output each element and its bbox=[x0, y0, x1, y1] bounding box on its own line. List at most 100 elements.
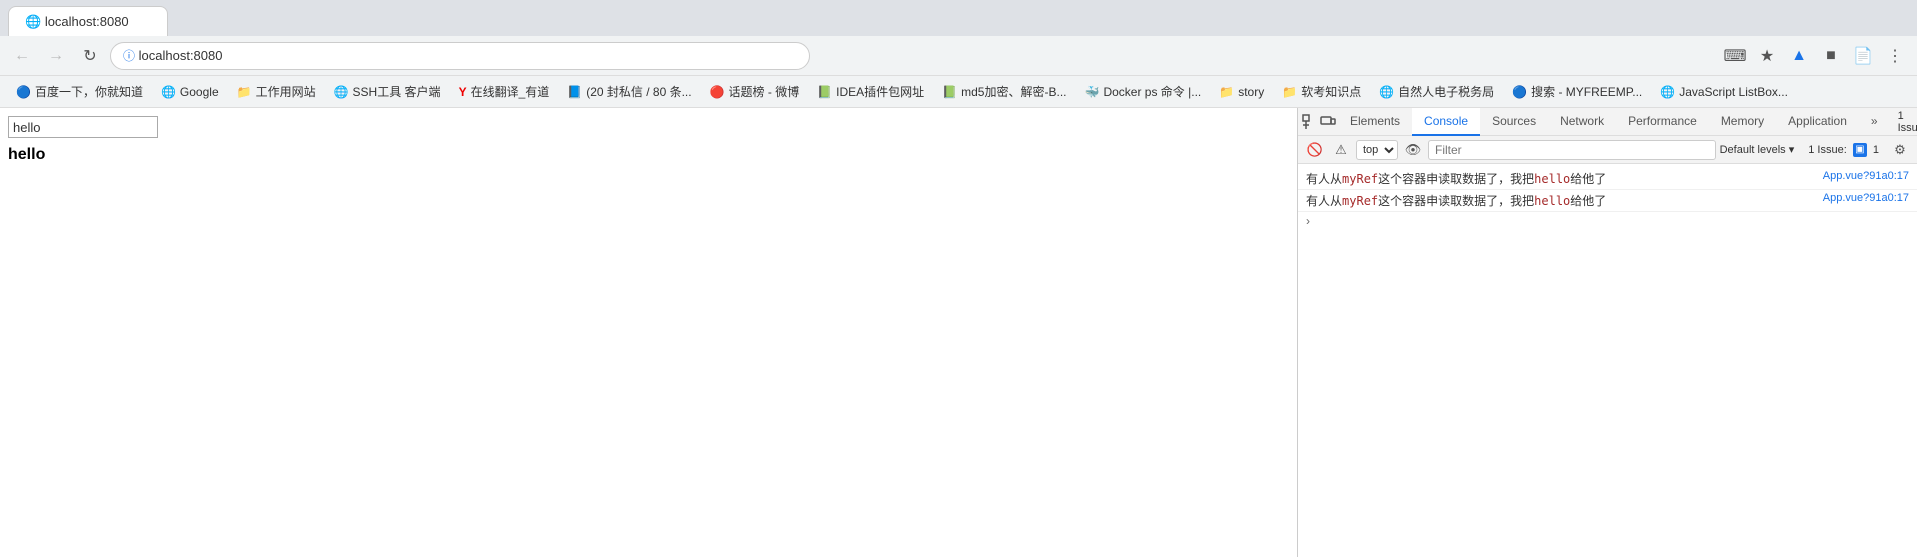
bookmark-icon: 🌐 bbox=[1660, 85, 1675, 99]
msg2-before: 有人从 bbox=[1306, 194, 1342, 208]
bookmark-jslistbox[interactable]: 🌐 JavaScript ListBox... bbox=[1652, 80, 1796, 104]
bookmark-work[interactable]: 📁 工作用网站 bbox=[229, 80, 324, 104]
bookmark-label: SSH工具 客户端 bbox=[353, 83, 441, 100]
msg1-code2: hello bbox=[1534, 172, 1570, 186]
bookmark-label: JavaScript ListBox... bbox=[1679, 85, 1788, 99]
tab-application[interactable]: Application bbox=[1776, 108, 1859, 136]
bookmark-story[interactable]: 📁 story bbox=[1211, 80, 1272, 104]
console-source-1[interactable]: App.vue?91a0:17 bbox=[1823, 170, 1909, 182]
default-levels-dropdown[interactable]: Default levels ▾ bbox=[1720, 143, 1799, 156]
msg1-before: 有人从 bbox=[1306, 172, 1342, 186]
extension1-button[interactable]: ■ bbox=[1817, 42, 1845, 70]
tab-network[interactable]: Network bbox=[1548, 108, 1616, 136]
nav-bar: ← → ↻ ⓘ localhost:8080 ⌨ ★ ▲ ■ 📄 ⋮ bbox=[0, 36, 1917, 76]
profile-button[interactable]: ▲ bbox=[1785, 42, 1813, 70]
bookmark-ssh[interactable]: 🌐 SSH工具 客户端 bbox=[326, 80, 449, 104]
bookmark-icon: 🌐 bbox=[1379, 85, 1394, 99]
msg2-after: 给他了 bbox=[1570, 194, 1606, 208]
bookmark-icon: 🔴 bbox=[710, 85, 725, 99]
console-eye-button[interactable]: 👁 bbox=[1402, 139, 1424, 161]
extensions-button[interactable]: ⌨ bbox=[1721, 42, 1749, 70]
tab-overflow[interactable]: » bbox=[1859, 108, 1890, 136]
address-bar[interactable]: ⓘ localhost:8080 bbox=[110, 42, 810, 70]
issue-count-text: 1 Issue: bbox=[1898, 110, 1917, 134]
bookmark-label: 软考知识点 bbox=[1301, 83, 1361, 100]
main-area: hello bbox=[0, 108, 1917, 557]
bookmark-baidu[interactable]: 🔵 百度一下，你就知道 bbox=[8, 80, 151, 104]
bookmark-md5[interactable]: 📗 md5加密、解密-B... bbox=[934, 80, 1074, 104]
console-filter-input[interactable] bbox=[1428, 140, 1716, 160]
tab-memory[interactable]: Memory bbox=[1709, 108, 1776, 136]
tab-console[interactable]: Console bbox=[1412, 108, 1480, 136]
console-gear-button[interactable]: ⚙ bbox=[1889, 139, 1911, 161]
console-message-2: 有人从myRef这个容器申读取数据了，我把hello给他了 bbox=[1306, 192, 1815, 209]
bookmark-rk[interactable]: 📁 软考知识点 bbox=[1274, 80, 1369, 104]
console-filter-button[interactable]: ⚠ bbox=[1330, 139, 1352, 161]
inspect-icon bbox=[1302, 114, 1318, 130]
menu-button[interactable]: ⋮ bbox=[1881, 42, 1909, 70]
bookmark-icon: 🌐 bbox=[161, 85, 176, 99]
back-button[interactable]: ← bbox=[8, 42, 36, 70]
msg2-middle: 这个容器申读取数据了，我把 bbox=[1378, 194, 1534, 208]
bookmark-google[interactable]: 🌐 Google bbox=[153, 80, 227, 104]
bookmark-label: IDEA插件包网址 bbox=[836, 83, 924, 100]
bookmark-myfreemp[interactable]: 🔵 搜索 - MYFREEMP... bbox=[1504, 80, 1650, 104]
console-issue-text: 1 Issue: bbox=[1808, 144, 1850, 156]
bookmark-icon: 📁 bbox=[1282, 85, 1297, 99]
devtools-top-right: 1 Issue: ▣ 1 ⚙ ⋮ ✕ bbox=[1892, 110, 1917, 134]
tab-sources[interactable]: Sources bbox=[1480, 108, 1548, 136]
bookmark-label: Google bbox=[180, 85, 219, 99]
tab-bar: 🌐 localhost:8080 bbox=[0, 0, 1917, 36]
bookmark-weibo[interactable]: 🔴 话题榜 - 微博 bbox=[702, 80, 808, 104]
bookmark-label: (20 封私信 / 80 条... bbox=[586, 83, 691, 100]
tab-performance[interactable]: Performance bbox=[1616, 108, 1709, 136]
nav-actions: ⌨ ★ ▲ ■ 📄 ⋮ bbox=[1721, 42, 1909, 70]
console-toolbar: 🚫 ⚠ top 👁 Default levels ▾ 1 Issue: ▣ 1 … bbox=[1298, 136, 1917, 164]
bookmark-icon: 📁 bbox=[1219, 85, 1234, 99]
issue-badge[interactable]: 1 Issue: ▣ 1 bbox=[1892, 110, 1917, 134]
msg1-code1: myRef bbox=[1342, 172, 1378, 186]
bookmark-icon: 📁 bbox=[237, 85, 252, 99]
bookmark-label: 百度一下，你就知道 bbox=[35, 83, 143, 100]
bookmark-button[interactable]: ★ bbox=[1753, 42, 1781, 70]
tab-favicon: 🌐 bbox=[25, 14, 41, 30]
bookmark-tax[interactable]: 🌐 自然人电子税务局 bbox=[1371, 80, 1502, 104]
bookmark-icon: 🔵 bbox=[16, 85, 31, 99]
console-source-2[interactable]: App.vue?91a0:17 bbox=[1823, 192, 1909, 204]
reload-button[interactable]: ↻ bbox=[76, 42, 104, 70]
console-context-select[interactable]: top bbox=[1356, 140, 1398, 160]
console-issue-icon: ▣ bbox=[1853, 143, 1867, 157]
lock-icon: ⓘ bbox=[123, 47, 135, 64]
responsive-icon bbox=[1320, 114, 1336, 130]
bookmark-icon: 📘 bbox=[567, 85, 582, 99]
console-line-1: 有人从myRef这个容器申读取数据了，我把hello给他了 App.vue?91… bbox=[1298, 168, 1917, 190]
devtools-responsive-button[interactable] bbox=[1320, 110, 1336, 134]
forward-button[interactable]: → bbox=[42, 42, 70, 70]
msg2-code2: hello bbox=[1534, 194, 1570, 208]
console-issue-num: 1 bbox=[1870, 144, 1879, 156]
address-text: localhost:8080 bbox=[139, 48, 223, 63]
console-issue-badge[interactable]: 1 Issue: ▣ 1 bbox=[1802, 143, 1885, 157]
extension2-button[interactable]: 📄 bbox=[1849, 42, 1877, 70]
browser-tab[interactable]: 🌐 localhost:8080 bbox=[8, 6, 168, 36]
devtools-inspect-button[interactable] bbox=[1302, 110, 1318, 134]
page-content: hello bbox=[0, 108, 1297, 557]
tab-elements[interactable]: Elements bbox=[1338, 108, 1412, 136]
console-clear-button[interactable]: 🚫 bbox=[1304, 139, 1326, 161]
bookmark-label: 在线翻译_有道 bbox=[471, 83, 550, 100]
tab-title: localhost:8080 bbox=[45, 14, 129, 29]
page-input[interactable] bbox=[8, 116, 158, 138]
devtools-tabs: Elements Console Sources Network Perform… bbox=[1338, 108, 1890, 136]
devtools-panel: Elements Console Sources Network Perform… bbox=[1297, 108, 1917, 557]
bookmark-docker[interactable]: 🐳 Docker ps 命令 |... bbox=[1077, 80, 1210, 104]
bookmark-youdao[interactable]: Y 在线翻译_有道 bbox=[451, 80, 558, 104]
bookmark-icon: 🐳 bbox=[1085, 85, 1100, 99]
bookmark-idea[interactable]: 📗 IDEA插件包网址 bbox=[809, 80, 932, 104]
console-prompt-line: › bbox=[1298, 212, 1917, 230]
console-line-2: 有人从myRef这个容器申读取数据了，我把hello给他了 App.vue?91… bbox=[1298, 190, 1917, 212]
bookmark-icon: 🔵 bbox=[1512, 85, 1527, 99]
devtools-top-bar: Elements Console Sources Network Perform… bbox=[1298, 108, 1917, 136]
bookmark-zhihu[interactable]: 📘 (20 封私信 / 80 条... bbox=[559, 80, 699, 104]
console-chevron-icon: › bbox=[1306, 214, 1310, 228]
console-repl-input[interactable] bbox=[1314, 214, 1909, 228]
